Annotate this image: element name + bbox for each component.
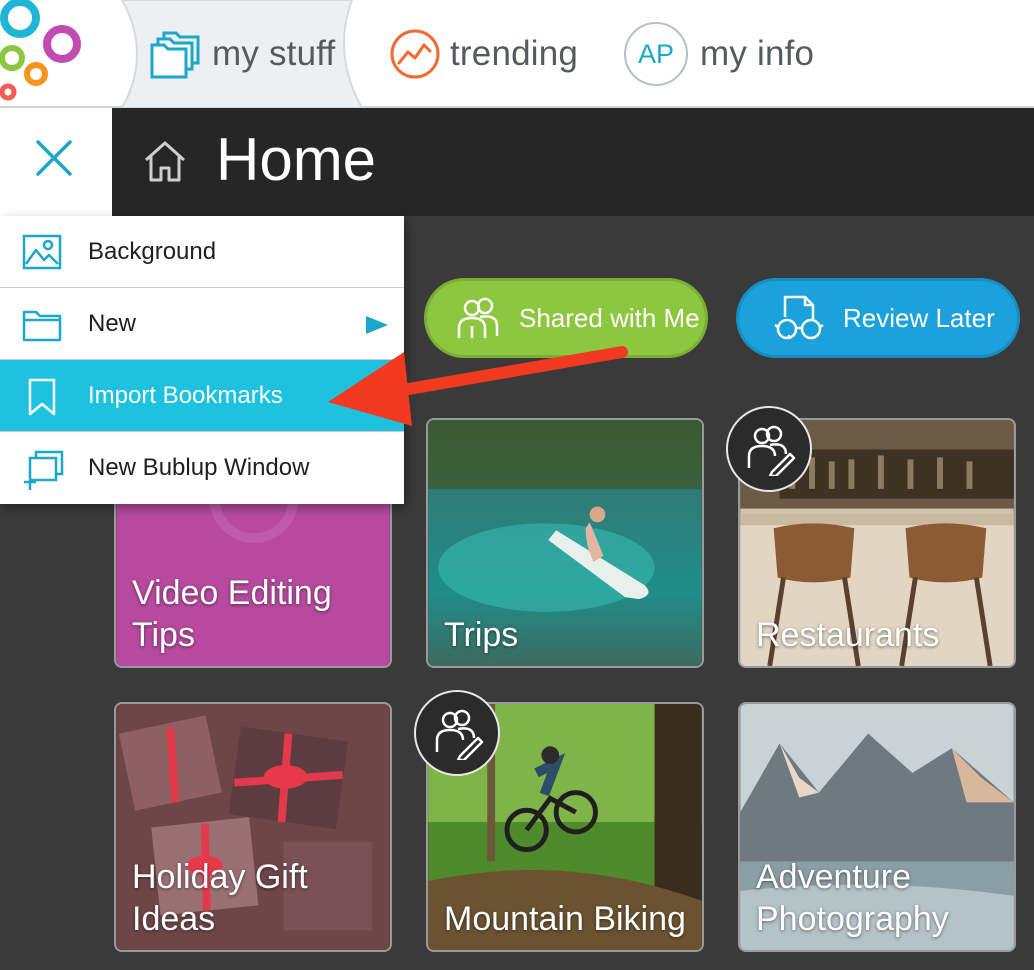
- tile-holiday-gift-ideas[interactable]: Holiday Gift Ideas: [114, 702, 392, 952]
- menu-item-label: New Bublup Window: [88, 454, 310, 481]
- tab-my-info-label: my info: [700, 34, 815, 73]
- menu-item-background[interactable]: Background: [0, 216, 404, 288]
- bookmark-icon: [22, 378, 62, 416]
- glasses-document-icon: [773, 293, 827, 343]
- close-icon[interactable]: [28, 132, 80, 184]
- shared-collaborators-badge[interactable]: [414, 690, 500, 776]
- avatar: AP: [624, 22, 688, 86]
- tab-my-stuff-label: my stuff: [212, 34, 336, 73]
- folder-icon: [22, 306, 62, 342]
- menu-item-label: New: [88, 309, 137, 337]
- tile-label: Restaurants: [756, 616, 940, 654]
- review-later-label: Review Later: [843, 302, 995, 333]
- folders-icon: [150, 29, 204, 79]
- tab-trending-label: trending: [450, 34, 579, 73]
- tile-trips[interactable]: Trips: [426, 418, 704, 668]
- image-icon: [22, 234, 62, 270]
- people-icon: [453, 296, 503, 340]
- shared-collaborators-badge[interactable]: [726, 406, 812, 492]
- menu-item-label: Import Bookmarks: [88, 381, 283, 409]
- review-later-button[interactable]: Review Later: [736, 278, 1020, 358]
- shared-edit-icon: [742, 422, 796, 476]
- tab-my-info[interactable]: AP my info: [624, 18, 814, 90]
- menu-item-new[interactable]: New: [0, 288, 404, 360]
- triangle-right-icon: [366, 316, 388, 334]
- page-title: Home: [216, 126, 377, 193]
- shared-with-me-label: Shared with Me: [519, 302, 700, 333]
- tile-label: Video Editing Tips: [132, 574, 332, 654]
- tile-label: Mountain Biking: [444, 900, 686, 938]
- tile-label: Trips: [444, 616, 519, 654]
- top-navigation-bar: my stuff trending AP my info: [0, 0, 1034, 108]
- new-window-icon: [22, 450, 64, 490]
- menu-item-label: Background: [88, 237, 217, 265]
- shared-with-me-button[interactable]: Shared with Me: [424, 278, 708, 358]
- tile-adventure-photography[interactable]: Adventure Photography: [738, 702, 1016, 952]
- shared-edit-icon: [430, 706, 484, 760]
- home-icon[interactable]: [142, 138, 188, 184]
- tile-label: Holiday Gift Ideas: [132, 858, 308, 938]
- tab-my-stuff[interactable]: my stuff: [150, 18, 336, 90]
- tab-trending[interactable]: trending: [388, 18, 578, 90]
- bublup-logo[interactable]: [0, 0, 130, 108]
- menu-item-import-bookmarks[interactable]: Import Bookmarks: [0, 360, 404, 432]
- main-menu-dropdown: Background New Import Bookmarks New Bubl…: [0, 216, 404, 504]
- menu-item-new-bublup-window[interactable]: New Bublup Window: [0, 432, 404, 504]
- tile-label: Adventure Photography: [756, 858, 949, 938]
- trending-icon: [388, 27, 442, 81]
